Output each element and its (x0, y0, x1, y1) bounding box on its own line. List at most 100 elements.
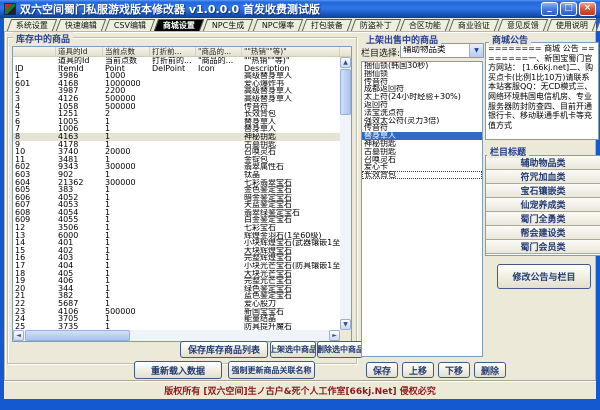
table-row[interactable]: 184051大块光芒宝石 (13, 270, 340, 278)
list-item[interactable]: 替身草人 (362, 132, 482, 140)
table-row[interactable]: 34126500000高级替身草人 (13, 95, 340, 103)
move-down-button[interactable]: 下移 (438, 362, 470, 378)
tab[interactable]: 快速编辑 (56, 19, 106, 31)
table-row[interactable]: 道具的Id当前点数打折前的..."商品的...""热销""等)" (13, 57, 340, 65)
scroll-left-icon[interactable]: ◄ (13, 330, 24, 341)
table-row[interactable]: 841631神秘钥匙 (13, 133, 340, 141)
table-row[interactable]: 213821蓝色鉴定宝石 (13, 292, 340, 300)
category-item[interactable]: 蜀门会员类 (486, 240, 600, 254)
table-row[interactable]: 10374020000召唤灵石 (13, 148, 340, 156)
delete-selected-button[interactable]: 删除选中商品 (317, 341, 363, 358)
reload-data-button[interactable]: 重新载入数据 (134, 361, 222, 379)
scroll-down-icon[interactable]: ▼ (340, 319, 351, 330)
horizontal-scroll-thumb[interactable] (25, 330, 130, 341)
table-row[interactable]: 610051替身草人 (13, 118, 340, 126)
column-header[interactable]: 道具的Id (56, 47, 103, 56)
table-row[interactable]: 710061替身草人 (13, 125, 340, 133)
scroll-right-icon[interactable]: ► (329, 330, 340, 341)
tab[interactable]: 防盗补丁 (351, 19, 401, 31)
table-row[interactable]: 60940551白金鉴定宝石 (13, 216, 340, 224)
move-up-button[interactable]: 上移 (402, 362, 434, 378)
save-button[interactable]: 保存 (366, 362, 398, 378)
horizontal-scrollbar[interactable]: ◄ ► (13, 330, 340, 341)
vertical-scroll-thumb[interactable] (340, 69, 351, 115)
minimize-icon[interactable]: _ (541, 2, 558, 16)
column-header[interactable] (13, 47, 56, 56)
table-row[interactable]: 164031完整辉煌宝石 (13, 254, 340, 262)
tab[interactable]: NPC爆率 (252, 19, 303, 31)
list-item[interactable]: 神秘钥匙 (362, 140, 482, 148)
list-item[interactable]: 古墓钥匙 (362, 148, 482, 156)
category-item[interactable]: 宝石镶嵌类 (486, 184, 600, 198)
shelf-selected-button[interactable]: 上架选中商品 (270, 341, 316, 358)
edit-announcement-button[interactable]: 修改公告与栏目 (497, 264, 591, 289)
table-row[interactable]: 512512长效背包 (13, 110, 340, 118)
table-row[interactable]: 6029343300000翡翠属性石 (13, 163, 340, 171)
vertical-scrollbar[interactable]: ▲ ▼ (340, 57, 351, 330)
table-row[interactable]: 6039021钛晶 (13, 171, 340, 179)
table-row[interactable]: 2437051能量结晶 (13, 315, 340, 323)
list-item[interactable]: 捆仙锁 (362, 70, 482, 78)
table-row[interactable]: 139861000高级替身草人 (13, 72, 340, 80)
table-row[interactable]: 60740531天蓝鉴定宝石 (13, 201, 340, 209)
titlebar[interactable]: 双六空间蜀门私服游戏版本修改器 v1.0.0.0 首发收费测试版 _ □ × (0, 0, 600, 18)
table-row[interactable]: 60840541翡翠绿鉴定宝石 (13, 209, 340, 217)
list-item[interactable]: 爱心卡 (362, 163, 482, 171)
list-item[interactable]: 传音符 (362, 78, 482, 86)
tab[interactable]: 意见反馈 (498, 19, 548, 31)
maximize-icon[interactable]: □ (560, 2, 577, 16)
tab[interactable]: CSV编辑 (105, 19, 156, 31)
category-item[interactable]: 帮会建设类 (486, 226, 600, 240)
force-update-names-button[interactable]: 强制更新商品关联名称 (228, 361, 315, 379)
announcement-textarea[interactable]: ======== 商城 公告 ========一、新国宝蜀门官方网站： [1.6… (485, 42, 599, 140)
column-header[interactable]: "商品的... (196, 47, 242, 56)
category-item[interactable]: 蜀门全勇类 (486, 212, 600, 226)
chevron-down-icon[interactable]: ▼ (469, 44, 483, 57)
column-header[interactable]: 打折前... (150, 47, 196, 56)
scroll-up-icon[interactable]: ▲ (340, 57, 351, 68)
tab[interactable]: 使用说明 (547, 19, 597, 31)
list-item[interactable]: 成都返回符 (362, 85, 482, 93)
table-row[interactable]: 2537351防具提升魔石 (13, 323, 340, 330)
column-header[interactable]: ""热销""等)" (242, 47, 340, 56)
list-item[interactable]: 召唤灵石 (362, 156, 482, 164)
table-row[interactable]: 1235061七彩宝石 (13, 224, 340, 232)
list-item[interactable]: 捆仙锁(韩国30秒) (362, 62, 482, 70)
table-row[interactable]: 6053831金色鉴定宝石 (13, 186, 340, 194)
tab[interactable]: 系统设置 (7, 19, 57, 31)
category-item[interactable]: 辅助物品类 (486, 156, 600, 170)
table-row[interactable]: 2256871爱心股刀 (13, 300, 340, 308)
category-item[interactable]: 符咒加血类 (486, 170, 600, 184)
table-row[interactable]: 941781古墓钥匙 (13, 141, 340, 149)
table-row[interactable]: 203441绿色鉴定宝石 (13, 285, 340, 293)
list-item[interactable]: 太上符(24小时经验+30%) (362, 93, 482, 101)
table-row[interactable]: IDItemIdPointDelPointIconDescription (13, 65, 340, 73)
table-row[interactable]: 60421362300000七彩翡翠宝石 (13, 179, 340, 187)
list-item[interactable]: 长效背包 (362, 171, 482, 179)
table-row[interactable]: 1360001辉煌金羽石(1至60级) (13, 232, 340, 240)
tab[interactable]: 商城设置 (154, 19, 204, 31)
table-row[interactable]: 144011小块辉煌宝石(武器镶嵌1至+3) (13, 239, 340, 247)
delete-button[interactable]: 删除 (474, 362, 506, 378)
list-item[interactable]: 强效太公符(灵力3倍) (362, 117, 482, 125)
table-row[interactable]: 174041小块光芒宝石(防具镶嵌1至+3) (13, 262, 340, 270)
table-row[interactable]: 60141681000000爱心爆炸书 (13, 80, 340, 88)
tab[interactable]: 打包装备 (302, 19, 352, 31)
tab[interactable]: NPC生成 (203, 19, 254, 31)
table-row[interactable]: 41058500000传音符 (13, 103, 340, 111)
close-icon[interactable]: × (579, 2, 596, 16)
table-row[interactable]: 239872200高级替身草人 (13, 87, 340, 95)
tab[interactable]: 商业验证 (449, 19, 499, 31)
save-inventory-list-button[interactable]: 保存库存商品列表 (180, 341, 268, 358)
list-item[interactable]: 法宝洗点符 (362, 109, 482, 117)
column-header[interactable]: 当前点数 (103, 47, 150, 56)
list-item[interactable]: 返回符 (362, 101, 482, 109)
table-row[interactable]: 194061完整光芒宝石 (13, 277, 340, 285)
tab[interactable]: 合区功能 (400, 19, 450, 31)
category-item[interactable]: 仙宠养成类 (486, 198, 600, 212)
table-row[interactable]: 60640521暗金鉴定宝石 (13, 194, 340, 202)
table-row[interactable]: 1134811金锭包 (13, 156, 340, 164)
list-item[interactable]: 传音符 (362, 124, 482, 132)
table-row[interactable]: 234106500000新国宝宝石 (13, 308, 340, 316)
table-row[interactable]: 154021大块辉煌宝石 (13, 247, 340, 255)
